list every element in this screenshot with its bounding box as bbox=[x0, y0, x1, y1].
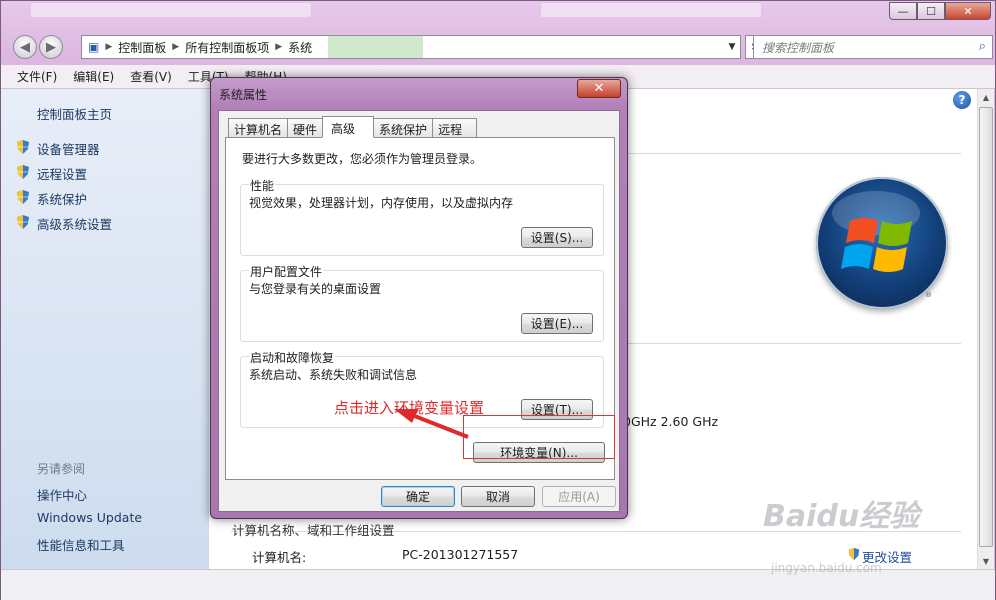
search-placeholder: 搜索控制面板 bbox=[762, 40, 835, 55]
forward-button[interactable]: ▶ bbox=[39, 35, 63, 59]
menu-view[interactable]: 查看(V) bbox=[130, 68, 172, 85]
shield-icon bbox=[17, 140, 29, 154]
navigation-bar: ◀ ▶ ▣ ▶ 控制面板 ▶ 所有控制面板项 ▶ 系统 ▼ ⇆ 搜索控制面板 ⌕ bbox=[9, 33, 993, 61]
dialog-title: 系统属性 bbox=[219, 88, 268, 102]
baidu-watermark-url: jingyan.baidu.com bbox=[771, 561, 882, 575]
sidebar-item-advanced-settings[interactable]: 高级系统设置 bbox=[37, 214, 112, 233]
registered-mark: ® bbox=[925, 291, 932, 299]
sidebar-home-link[interactable]: 控制面板主页 bbox=[37, 104, 112, 123]
breadcrumb-control-panel[interactable]: 控制面板 bbox=[118, 39, 166, 56]
baidu-watermark: Baidu经验 bbox=[763, 499, 920, 534]
scroll-up-icon[interactable]: ▲ bbox=[978, 89, 994, 105]
admin-note: 要进行大多数更改，您必须作为管理员登录。 bbox=[242, 152, 483, 166]
shield-icon bbox=[17, 190, 29, 204]
performance-desc: 视觉效果，处理器计划，内存使用，以及虚拟内存 bbox=[249, 196, 514, 210]
startup-recovery-desc: 系统启动、系统失败和调试信息 bbox=[249, 368, 418, 382]
apply-button[interactable]: 应用(A) bbox=[542, 486, 616, 507]
scroll-thumb[interactable] bbox=[979, 107, 993, 547]
tab-advanced[interactable]: 高级 bbox=[322, 116, 375, 138]
user-profile-label: 用户配置文件 bbox=[249, 263, 324, 280]
annotation-highlight-box bbox=[463, 415, 615, 459]
vertical-scrollbar[interactable]: ▲ ▼ bbox=[977, 89, 994, 569]
ok-button[interactable]: 确定 bbox=[381, 486, 455, 507]
sidebar: 控制面板主页 设备管理器 远程设置 系统保护 高级系统设置 另请参阅 操作中心 … bbox=[1, 89, 209, 569]
sidebar-item-action-center[interactable]: 操作中心 bbox=[37, 485, 87, 504]
cancel-button[interactable]: 取消 bbox=[461, 486, 535, 507]
windows-flag-icon bbox=[832, 191, 920, 272]
see-also-heading: 另请参阅 bbox=[37, 462, 86, 476]
sidebar-item-performance-tools[interactable]: 性能信息和工具 bbox=[37, 535, 125, 554]
tab-computer-name[interactable]: 计算机名 bbox=[228, 118, 289, 138]
title-bar: — ☐ ✕ bbox=[1, 1, 995, 31]
tab-hardware[interactable]: 硬件 bbox=[287, 118, 324, 138]
faded-browser-tab bbox=[31, 3, 311, 17]
computer-section-title: 计算机名称、域和工作组设置 bbox=[232, 523, 395, 538]
user-profile-settings-button[interactable]: 设置(E)... bbox=[521, 313, 593, 334]
chevron-right-icon: ▶ bbox=[105, 42, 113, 52]
help-icon[interactable]: ? bbox=[953, 91, 971, 109]
performance-group: 性能 视觉效果，处理器计划，内存使用，以及虚拟内存 设置(S)... bbox=[240, 177, 604, 256]
dialog-close-button[interactable]: ✕ bbox=[577, 79, 621, 98]
address-bar[interactable]: ▣ ▶ 控制面板 ▶ 所有控制面板项 ▶ 系统 ▼ bbox=[81, 35, 741, 59]
cpu-speed: 0GHz 2.60 GHz bbox=[623, 414, 719, 429]
performance-label: 性能 bbox=[249, 177, 276, 194]
sidebar-item-device-manager[interactable]: 设备管理器 bbox=[37, 139, 100, 158]
computer-name-label: 计算机名: bbox=[252, 550, 307, 565]
back-button[interactable]: ◀ bbox=[13, 35, 37, 59]
close-button[interactable]: ✕ bbox=[945, 2, 991, 20]
tab-system-protection[interactable]: 系统保护 bbox=[373, 118, 434, 138]
shield-icon bbox=[848, 547, 860, 561]
breadcrumb-system[interactable]: 系统 bbox=[288, 39, 312, 56]
search-input[interactable]: 搜索控制面板 ⌕ bbox=[753, 35, 993, 59]
menu-edit[interactable]: 编辑(E) bbox=[73, 68, 114, 85]
performance-settings-button[interactable]: 设置(S)... bbox=[521, 227, 593, 248]
search-icon[interactable]: ⌕ bbox=[979, 39, 986, 54]
tab-remote[interactable]: 远程 bbox=[432, 118, 478, 138]
maximize-button[interactable]: ☐ bbox=[917, 2, 945, 20]
windows-logo bbox=[816, 177, 948, 309]
scroll-down-icon[interactable]: ▼ bbox=[978, 553, 994, 569]
shield-icon bbox=[17, 215, 29, 229]
computer-icon: ▣ bbox=[88, 40, 100, 54]
sidebar-item-remote-settings[interactable]: 远程设置 bbox=[37, 164, 87, 183]
menu-file[interactable]: 文件(F) bbox=[17, 68, 57, 85]
startup-recovery-label: 启动和故障恢复 bbox=[249, 349, 336, 366]
dialog-tabs: 计算机名 硬件 高级 系统保护 远程 bbox=[228, 116, 478, 138]
user-profile-desc: 与您登录有关的桌面设置 bbox=[249, 282, 382, 296]
chevron-right-icon: ▶ bbox=[275, 42, 283, 52]
divider bbox=[621, 153, 961, 154]
user-profile-group: 用户配置文件 与您登录有关的桌面设置 设置(E)... bbox=[240, 263, 604, 342]
breadcrumb-all-items[interactable]: 所有控制面板项 bbox=[185, 39, 269, 56]
annotation-text: 点击进入环境变量设置 bbox=[334, 399, 485, 417]
computer-name-value: PC-201301271557 bbox=[402, 547, 519, 562]
sidebar-item-windows-update[interactable]: Windows Update bbox=[37, 510, 142, 525]
faded-browser-tab bbox=[541, 3, 761, 17]
chevron-right-icon: ▶ bbox=[172, 42, 180, 52]
window-controls: — ☐ ✕ bbox=[889, 2, 991, 20]
shield-icon bbox=[17, 165, 29, 179]
faded-overlay bbox=[328, 36, 424, 58]
sidebar-item-system-protection[interactable]: 系统保护 bbox=[37, 189, 87, 208]
chevron-down-icon[interactable]: ▼ bbox=[724, 36, 740, 58]
minimize-button[interactable]: — bbox=[889, 2, 917, 20]
divider bbox=[621, 343, 961, 344]
